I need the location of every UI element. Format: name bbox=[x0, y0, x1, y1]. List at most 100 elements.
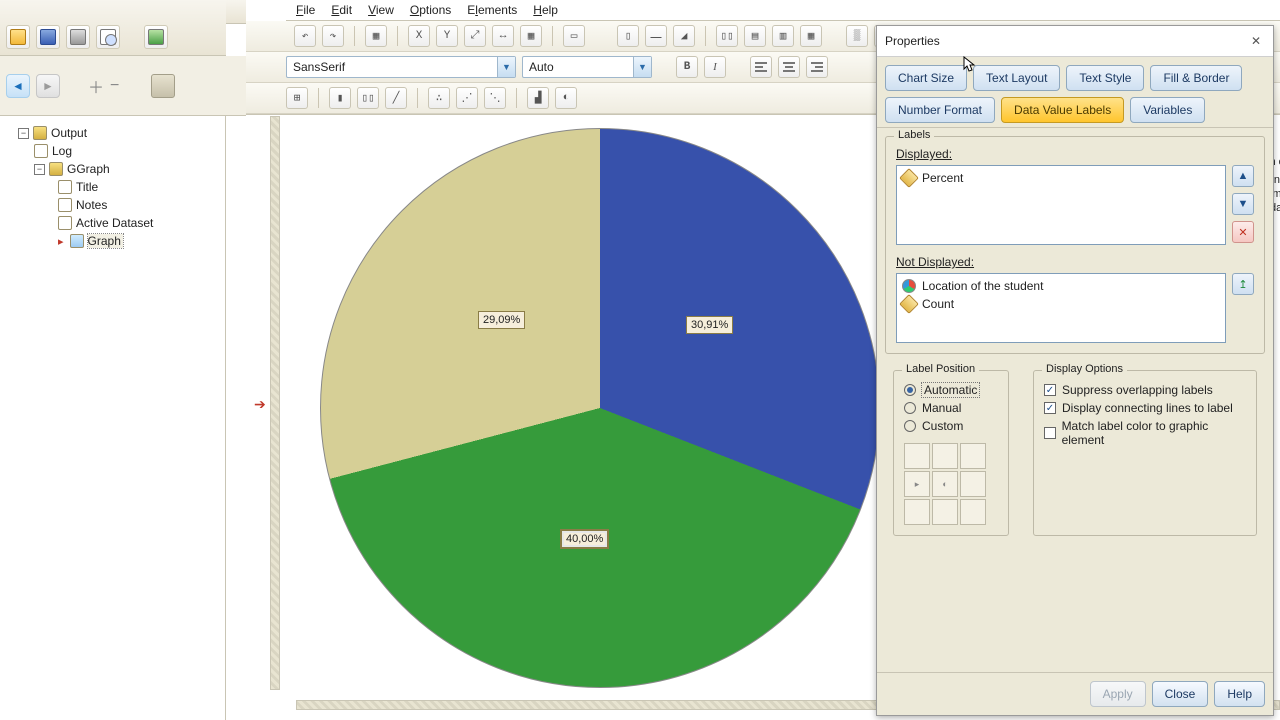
tree-item-log[interactable]: Log bbox=[18, 142, 221, 160]
export-button[interactable] bbox=[144, 25, 168, 49]
font-family-combo[interactable]: SansSerif▼ bbox=[286, 56, 516, 78]
tab-chart-size[interactable]: Chart Size bbox=[885, 65, 967, 91]
bar1-button[interactable]: ▮ bbox=[329, 87, 351, 109]
bar2-button[interactable]: ▯▯ bbox=[357, 87, 379, 109]
displayed-listbox[interactable]: Percent bbox=[896, 165, 1226, 245]
list-item[interactable]: Location of the student bbox=[902, 277, 1220, 295]
group-title: Label Position bbox=[902, 363, 979, 375]
tab-number-format[interactable]: Number Format bbox=[885, 97, 995, 123]
move-down-button[interactable]: ▼ bbox=[1232, 193, 1254, 215]
align-center-button[interactable] bbox=[778, 56, 800, 78]
pie-label-rotterdam[interactable]: 29,09% bbox=[478, 311, 525, 329]
move-up-button[interactable]: ▲ bbox=[1232, 165, 1254, 187]
radio-manual[interactable]: Manual bbox=[904, 399, 998, 417]
layout4-button[interactable]: ▦ bbox=[800, 25, 822, 47]
tree-item-title[interactable]: Title bbox=[18, 178, 221, 196]
not-displayed-listbox[interactable]: Location of the student Count bbox=[896, 273, 1226, 343]
layout3-button[interactable]: ▥ bbox=[772, 25, 794, 47]
line1-button[interactable]: ╱ bbox=[385, 87, 407, 109]
undo-button[interactable]: ↶ bbox=[294, 25, 316, 47]
output-icon bbox=[33, 126, 47, 140]
list-item[interactable]: Percent bbox=[902, 169, 1220, 187]
layout1-button[interactable]: ▯▯ bbox=[716, 25, 738, 47]
apply-button[interactable]: Apply bbox=[1090, 681, 1146, 707]
tab-variables[interactable]: Variables bbox=[1130, 97, 1205, 123]
align-left-button[interactable] bbox=[750, 56, 772, 78]
tab-fill-border[interactable]: Fill & Border bbox=[1150, 65, 1242, 91]
font-family-value: SansSerif bbox=[287, 60, 351, 74]
layout2-button[interactable]: ▤ bbox=[744, 25, 766, 47]
pie-button[interactable]: ◐ bbox=[555, 87, 577, 109]
histogram-button[interactable]: ▟ bbox=[527, 87, 549, 109]
grid-button[interactable]: ▦ bbox=[520, 25, 542, 47]
add-item-button[interactable]: ↥ bbox=[1232, 273, 1254, 295]
remove-button[interactable]: − bbox=[110, 77, 119, 95]
check-match-color[interactable]: Match label color to graphic element bbox=[1044, 417, 1246, 449]
display-options-group: Display Options Suppress overlapping lab… bbox=[1033, 370, 1257, 536]
scatter3-button[interactable]: ⋱ bbox=[484, 87, 506, 109]
font-size-combo[interactable]: Auto▼ bbox=[522, 56, 652, 78]
select-button[interactable]: ▭ bbox=[563, 25, 585, 47]
output-outline: −Output Log −GGraph Title Notes Active D… bbox=[0, 116, 226, 720]
list-label: Percent bbox=[922, 171, 963, 185]
tab-text-style[interactable]: Text Style bbox=[1066, 65, 1144, 91]
menu-options[interactable]: Options bbox=[410, 3, 451, 17]
open-button[interactable] bbox=[6, 25, 30, 49]
menu-edit[interactable]: Edit bbox=[331, 3, 352, 17]
graph-icon bbox=[70, 234, 84, 248]
align-right-button[interactable] bbox=[806, 56, 828, 78]
remove-item-button[interactable]: ✕ bbox=[1232, 221, 1254, 243]
properties-button[interactable]: ▦ bbox=[365, 25, 387, 47]
list-item[interactable]: Count bbox=[902, 295, 1220, 313]
check-label: Match label color to graphic element bbox=[1062, 419, 1246, 447]
fit-button[interactable]: ⤢ bbox=[464, 25, 486, 47]
grid-major-button[interactable]: ▒ bbox=[846, 25, 868, 47]
preview-button[interactable] bbox=[96, 25, 120, 49]
tree-item-notes[interactable]: Notes bbox=[18, 196, 221, 214]
menu-help[interactable]: Help bbox=[533, 3, 558, 17]
bold-button[interactable]: B bbox=[676, 56, 698, 78]
help-button[interactable]: Help bbox=[1214, 681, 1265, 707]
check-connecting-lines[interactable]: Display connecting lines to label bbox=[1044, 399, 1246, 417]
radio-custom[interactable]: Custom bbox=[904, 417, 998, 435]
font-size-value: Auto bbox=[523, 60, 560, 74]
save-button[interactable] bbox=[36, 25, 60, 49]
pie-chart[interactable] bbox=[320, 128, 880, 688]
pie-label-diemen[interactable]: 30,91% bbox=[686, 316, 733, 334]
tree-item-graph[interactable]: ▸Graph bbox=[18, 232, 221, 250]
position-grid[interactable]: ▸◐ bbox=[904, 443, 998, 525]
tree-root[interactable]: −Output bbox=[18, 124, 221, 142]
x-axis-button[interactable]: X bbox=[408, 25, 430, 47]
menu-view[interactable]: View bbox=[368, 3, 394, 17]
scatter2-button[interactable]: ⋰ bbox=[456, 87, 478, 109]
transpose-button[interactable]: ↔ bbox=[492, 25, 514, 47]
redo-button[interactable]: ↷ bbox=[322, 25, 344, 47]
tree-item-ggraph[interactable]: −GGraph bbox=[18, 160, 221, 178]
scatter1-button[interactable]: ∴ bbox=[428, 87, 450, 109]
italic-button[interactable]: I bbox=[704, 56, 726, 78]
checkbox-icon bbox=[1044, 427, 1056, 439]
pie-label-haarlem[interactable]: 40,00% bbox=[561, 530, 608, 548]
radio-automatic[interactable]: Automatic bbox=[904, 381, 998, 399]
close-button[interactable]: ✕ bbox=[1247, 32, 1265, 50]
tree-item-dataset[interactable]: Active Dataset bbox=[18, 214, 221, 232]
menu-elements[interactable]: Elements bbox=[467, 3, 517, 17]
y-axis-button[interactable]: Y bbox=[436, 25, 458, 47]
bar-button[interactable]: ▯ bbox=[617, 25, 639, 47]
print-button[interactable] bbox=[66, 25, 90, 49]
forward-button[interactable]: ► bbox=[36, 74, 60, 98]
line-button[interactable]: ⎼ bbox=[645, 25, 667, 47]
add-button[interactable]: ＋ bbox=[88, 74, 104, 98]
view-cube[interactable] bbox=[151, 74, 175, 98]
back-button[interactable]: ◄ bbox=[6, 74, 30, 98]
tab-data-value-labels[interactable]: Data Value Labels bbox=[1001, 97, 1124, 123]
tab-text-layout[interactable]: Text Layout bbox=[973, 65, 1060, 91]
check-suppress[interactable]: Suppress overlapping labels bbox=[1044, 381, 1246, 399]
menu-file[interactable]: File bbox=[296, 3, 315, 17]
radio-icon bbox=[904, 384, 916, 396]
area-button[interactable]: ◢ bbox=[673, 25, 695, 47]
close-dialog-button[interactable]: Close bbox=[1152, 681, 1209, 707]
tree-label: Graph bbox=[88, 234, 123, 248]
chart-type-button[interactable]: ⊞ bbox=[286, 87, 308, 109]
nav-bar: ◄ ► ＋ − bbox=[0, 56, 278, 116]
